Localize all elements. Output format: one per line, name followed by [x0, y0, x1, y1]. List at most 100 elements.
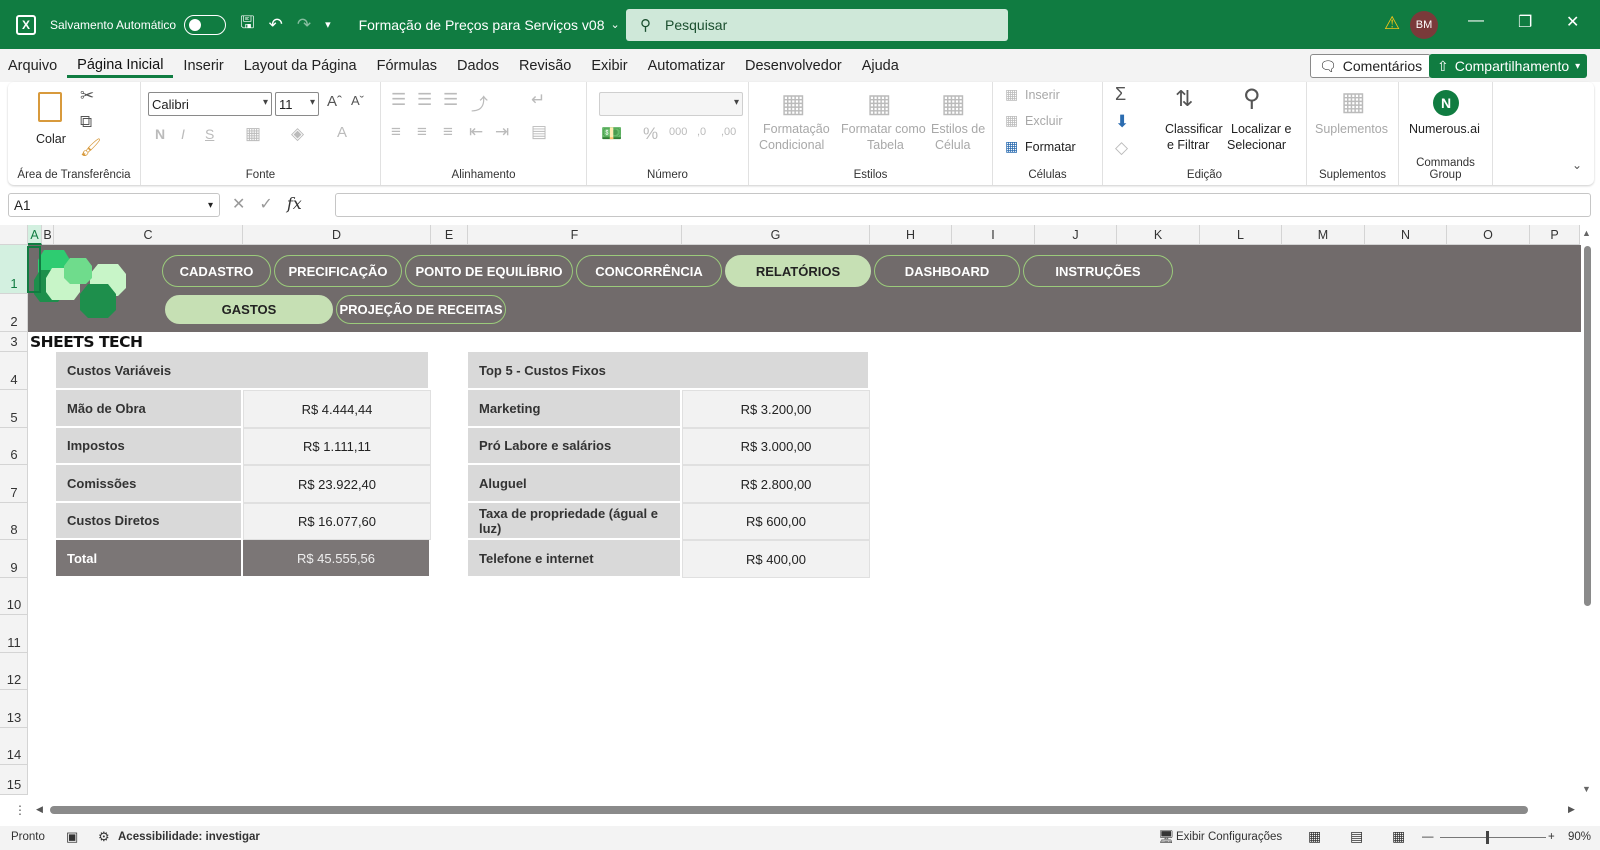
format-painter-icon[interactable]: 🖌	[80, 138, 102, 158]
restore-icon[interactable]: ❐	[1518, 12, 1532, 32]
variable-cost-label[interactable]: Impostos	[56, 428, 243, 465]
menu-layout[interactable]: Layout da Página	[234, 58, 367, 74]
row-header[interactable]: 3	[0, 332, 28, 352]
row-header[interactable]: 2	[0, 294, 28, 332]
chevron-down-icon[interactable]: ⌄	[610, 18, 619, 31]
autosave-toggle[interactable]	[184, 14, 227, 35]
find-select-label-2[interactable]: Selecionar	[1227, 138, 1286, 152]
zoom-slider-thumb[interactable]	[1486, 831, 1489, 844]
paste-button[interactable]: Colar	[30, 90, 70, 150]
menu-formulas[interactable]: Fórmulas	[367, 58, 447, 74]
accessibility-status[interactable]: Acessibilidade: investigar	[118, 831, 260, 843]
format-table-label-2[interactable]: Tabela	[867, 138, 904, 152]
conditional-format-label-2[interactable]: Condicional	[759, 138, 824, 152]
column-header[interactable]: J	[1035, 225, 1117, 245]
column-header[interactable]: A	[28, 225, 42, 245]
select-all-corner[interactable]	[0, 225, 28, 245]
menu-revisao[interactable]: Revisão	[509, 58, 581, 74]
vertical-scrollbar[interactable]: ▲ ▼	[1580, 228, 1594, 794]
decrease-indent-icon[interactable]: ⇤	[469, 122, 483, 142]
nav-relatorios[interactable]: RELATÓRIOS	[725, 255, 871, 287]
column-header[interactable]: D	[243, 225, 431, 245]
delete-cells-label[interactable]: Excluir	[1025, 114, 1063, 128]
share-button[interactable]: ⇧ Compartilhamento ▾	[1429, 54, 1587, 78]
display-settings[interactable]: Exibir Configurações	[1176, 831, 1282, 843]
menu-pagina-inicial[interactable]: Página Inicial	[67, 57, 174, 78]
scroll-up-icon[interactable]: ▲	[1582, 228, 1591, 238]
variable-cost-value[interactable]: R$ 23.922,40	[243, 465, 431, 503]
font-family-select[interactable]: Calibri ▾	[148, 92, 272, 116]
number-format-select[interactable]: ▾	[599, 92, 743, 116]
column-header[interactable]: K	[1117, 225, 1200, 245]
horizontal-scrollbar[interactable]: ⋮ ◀ ▶	[0, 800, 1600, 820]
avatar[interactable]: BM	[1410, 11, 1438, 39]
close-icon[interactable]: ✕	[1566, 12, 1579, 32]
column-header[interactable]: P	[1530, 225, 1580, 245]
enter-icon[interactable]: ✓	[259, 194, 272, 214]
column-header[interactable]: O	[1447, 225, 1530, 245]
fixed-cost-label[interactable]: Marketing	[468, 390, 682, 428]
horizontal-scroll-thumb[interactable]	[50, 806, 1528, 814]
increase-decimal-icon[interactable]: ,0	[697, 126, 706, 138]
column-header[interactable]: L	[1200, 225, 1282, 245]
sheet-options-icon[interactable]: ⋮	[14, 803, 26, 817]
zoom-in-icon[interactable]: +	[1548, 831, 1555, 843]
row-header[interactable]: 12	[0, 653, 28, 690]
column-header[interactable]: M	[1282, 225, 1365, 245]
row-header[interactable]: 5	[0, 390, 28, 428]
nav-precificacao[interactable]: PRECIFICAÇÃO	[274, 255, 402, 287]
redo-icon[interactable]: ↷	[297, 15, 311, 35]
percent-icon[interactable]: %	[643, 124, 658, 144]
shrink-font-icon[interactable]: Aˇ	[351, 93, 364, 108]
formula-input[interactable]	[335, 193, 1591, 217]
cell-styles-label-2[interactable]: Célula	[935, 138, 970, 152]
italic-icon[interactable]: I	[181, 126, 185, 142]
menu-dados[interactable]: Dados	[447, 58, 509, 74]
warning-icon[interactable]: ⚠	[1384, 13, 1400, 34]
align-bottom-icon[interactable]: ☰	[443, 90, 458, 110]
scroll-left-icon[interactable]: ◀	[36, 804, 43, 815]
row-header[interactable]: 11	[0, 615, 28, 653]
fixed-cost-label[interactable]: Pró Labore e salários	[468, 428, 682, 465]
column-header[interactable]: N	[1365, 225, 1447, 245]
merge-center-icon[interactable]: ▤	[531, 122, 547, 142]
fixed-cost-label[interactable]: Taxa de propriedade (águal e luz)	[468, 503, 682, 540]
increase-indent-icon[interactable]: ⇥	[495, 122, 509, 142]
grow-font-icon[interactable]: Aˆ	[327, 93, 342, 110]
nav-instrucoes[interactable]: INSTRUÇÕES	[1023, 255, 1173, 287]
row-header[interactable]: 10	[0, 578, 28, 615]
conditional-format-label-1[interactable]: Formatação	[763, 122, 830, 136]
fill-color-icon[interactable]: ◈	[291, 124, 304, 144]
fixed-cost-value[interactable]: R$ 3.000,00	[682, 428, 870, 465]
variable-cost-label[interactable]: Comissões	[56, 465, 243, 503]
fixed-cost-value[interactable]: R$ 2.800,00	[682, 465, 870, 503]
format-cells-label[interactable]: Formatar	[1025, 140, 1076, 154]
align-middle-icon[interactable]: ☰	[417, 90, 432, 110]
variable-costs-title[interactable]: Custos Variáveis	[56, 352, 430, 390]
sort-filter-label-1[interactable]: Classificar	[1165, 122, 1223, 136]
menu-ajuda[interactable]: Ajuda	[852, 58, 909, 74]
fixed-cost-label[interactable]: Aluguel	[468, 465, 682, 503]
scroll-right-icon[interactable]: ▶	[1568, 804, 1575, 815]
format-table-label-1[interactable]: Formatar como	[841, 122, 926, 136]
autosum-icon[interactable]: Σ	[1115, 84, 1126, 105]
orientation-icon[interactable]: ⤴	[471, 90, 488, 115]
row-header[interactable]: 14	[0, 728, 28, 765]
align-top-icon[interactable]: ☰	[391, 90, 406, 110]
variable-cost-total-value[interactable]: R$ 45.555,56	[243, 540, 431, 578]
display-settings-icon[interactable]: 🖥	[1158, 829, 1175, 845]
variable-cost-label[interactable]: Custos Diretos	[56, 503, 243, 540]
nav-dashboard[interactable]: DASHBOARD	[874, 255, 1020, 287]
column-header[interactable]: H	[870, 225, 952, 245]
page-layout-view-icon[interactable]: ▤	[1350, 828, 1363, 845]
variable-cost-label[interactable]: Mão de Obra	[56, 390, 243, 428]
align-right-icon[interactable]: ≡	[443, 122, 453, 142]
accounting-icon[interactable]: 💵	[601, 124, 622, 144]
copy-icon[interactable]: ⧉	[80, 112, 92, 132]
row-header[interactable]: 13	[0, 690, 28, 728]
cancel-icon[interactable]: ✕	[232, 194, 245, 214]
customize-toolbar-icon[interactable]: ▾	[325, 18, 331, 31]
vertical-scroll-thumb[interactable]	[1584, 246, 1591, 606]
search-box[interactable]: ⚲ Pesquisar	[626, 9, 1008, 41]
nav-ponto-equilibrio[interactable]: PONTO DE EQUILÍBRIO	[405, 255, 573, 287]
